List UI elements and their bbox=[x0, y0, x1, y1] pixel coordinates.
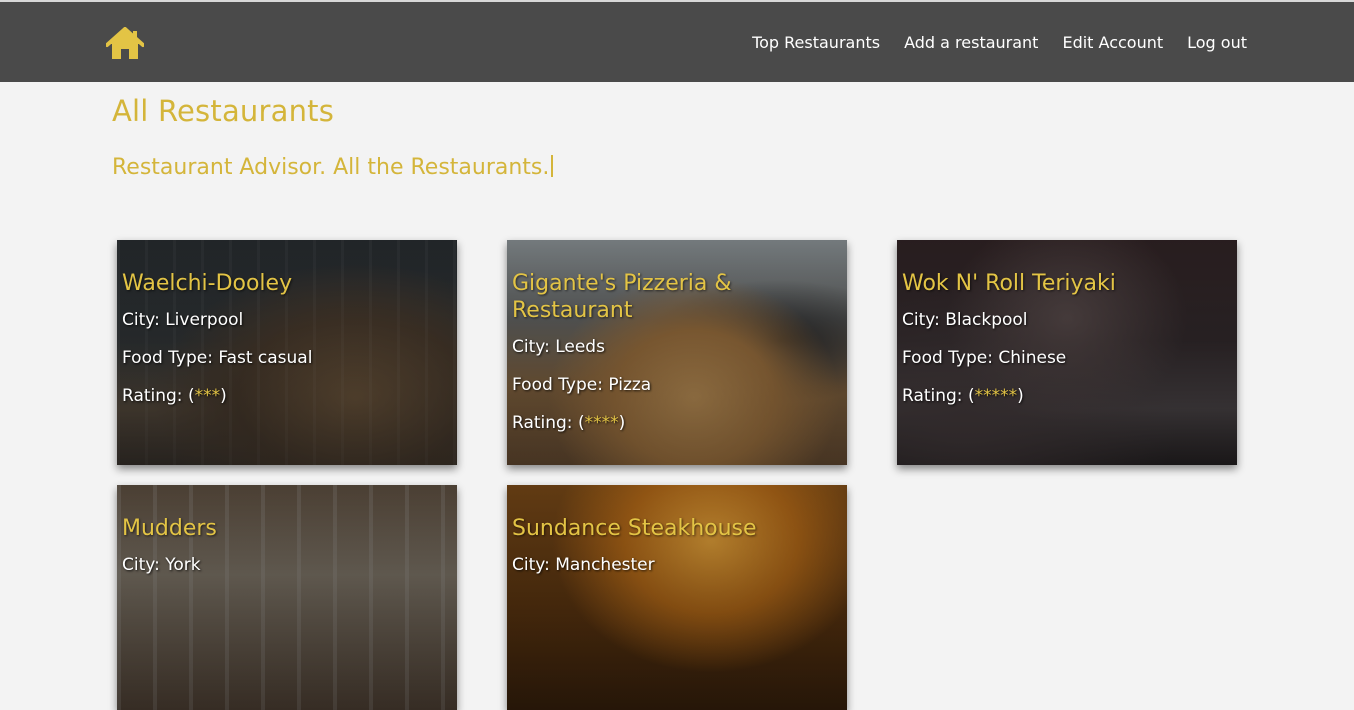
restaurant-food-type: Food Type: Fast casual bbox=[122, 348, 313, 368]
restaurant-info: Gigante's Pizzeria & Restaurant City: Le… bbox=[512, 270, 842, 450]
page-title: All Restaurants bbox=[112, 94, 335, 128]
home-icon[interactable] bbox=[105, 27, 145, 61]
nav-link-log-out[interactable]: Log out bbox=[1187, 33, 1247, 52]
rating-prefix: Rating: ( bbox=[122, 386, 195, 406]
restaurant-city: City: Blackpool bbox=[902, 310, 1028, 330]
rating-suffix: ) bbox=[220, 386, 227, 406]
restaurant-info: Waelchi-Dooley City: Liverpool Food Type… bbox=[122, 270, 452, 423]
restaurant-info: Sundance Steakhouse City: Manchester bbox=[512, 515, 842, 592]
restaurant-card[interactable]: Waelchi-Dooley City: Liverpool Food Type… bbox=[117, 240, 457, 465]
rating-suffix: ) bbox=[618, 413, 626, 433]
rating-prefix: Rating: ( bbox=[512, 413, 585, 433]
rating-suffix: ) bbox=[1017, 386, 1024, 406]
nav-link-add-restaurant[interactable]: Add a restaurant bbox=[904, 33, 1038, 52]
restaurant-name[interactable]: Sundance Steakhouse bbox=[512, 515, 842, 542]
restaurant-card[interactable]: Mudders City: York bbox=[117, 485, 457, 710]
restaurant-rating: Rating: (***) bbox=[122, 385, 452, 408]
restaurant-city: City: Leeds bbox=[512, 337, 605, 357]
typing-caret bbox=[551, 155, 554, 177]
rating-prefix: Rating: ( bbox=[902, 386, 975, 406]
main-nav: Top Restaurants Add a restaurant Edit Ac… bbox=[752, 2, 1247, 82]
rating-stars: **** bbox=[584, 413, 619, 433]
tagline: Restaurant Advisor. All the Restaurants. bbox=[112, 155, 554, 180]
restaurant-food-type: Food Type: Pizza bbox=[512, 375, 652, 395]
restaurant-info: Mudders City: York bbox=[122, 515, 452, 592]
restaurant-name[interactable]: Waelchi-Dooley bbox=[122, 270, 452, 297]
restaurant-card[interactable]: Wok N' Roll Teriyaki City: Blackpool Foo… bbox=[897, 240, 1237, 465]
tagline-text: Restaurant Advisor. All the Restaurants. bbox=[112, 155, 550, 180]
restaurant-card[interactable]: Sundance Steakhouse City: Manchester bbox=[507, 485, 847, 710]
nav-link-edit-account[interactable]: Edit Account bbox=[1062, 33, 1163, 52]
restaurant-food-type: Food Type: Chinese bbox=[902, 348, 1067, 368]
restaurant-city: City: Manchester bbox=[512, 555, 655, 575]
restaurant-city: City: York bbox=[122, 555, 201, 575]
rating-stars: ***** bbox=[974, 386, 1018, 406]
restaurant-rating: Rating: (*****) bbox=[902, 385, 1232, 408]
restaurant-name[interactable]: Mudders bbox=[122, 515, 452, 542]
restaurant-info: Wok N' Roll Teriyaki City: Blackpool Foo… bbox=[902, 270, 1232, 423]
nav-link-top-restaurants[interactable]: Top Restaurants bbox=[752, 33, 880, 52]
top-navbar: Top Restaurants Add a restaurant Edit Ac… bbox=[0, 0, 1354, 82]
restaurant-city: City: Liverpool bbox=[122, 310, 244, 330]
restaurant-card[interactable]: Gigante's Pizzeria & Restaurant City: Le… bbox=[507, 240, 847, 465]
rating-stars: *** bbox=[194, 386, 221, 406]
restaurant-rating: Rating: (****) bbox=[512, 412, 842, 435]
restaurant-name[interactable]: Wok N' Roll Teriyaki bbox=[902, 270, 1232, 297]
restaurant-name[interactable]: Gigante's Pizzeria & Restaurant bbox=[512, 270, 842, 324]
